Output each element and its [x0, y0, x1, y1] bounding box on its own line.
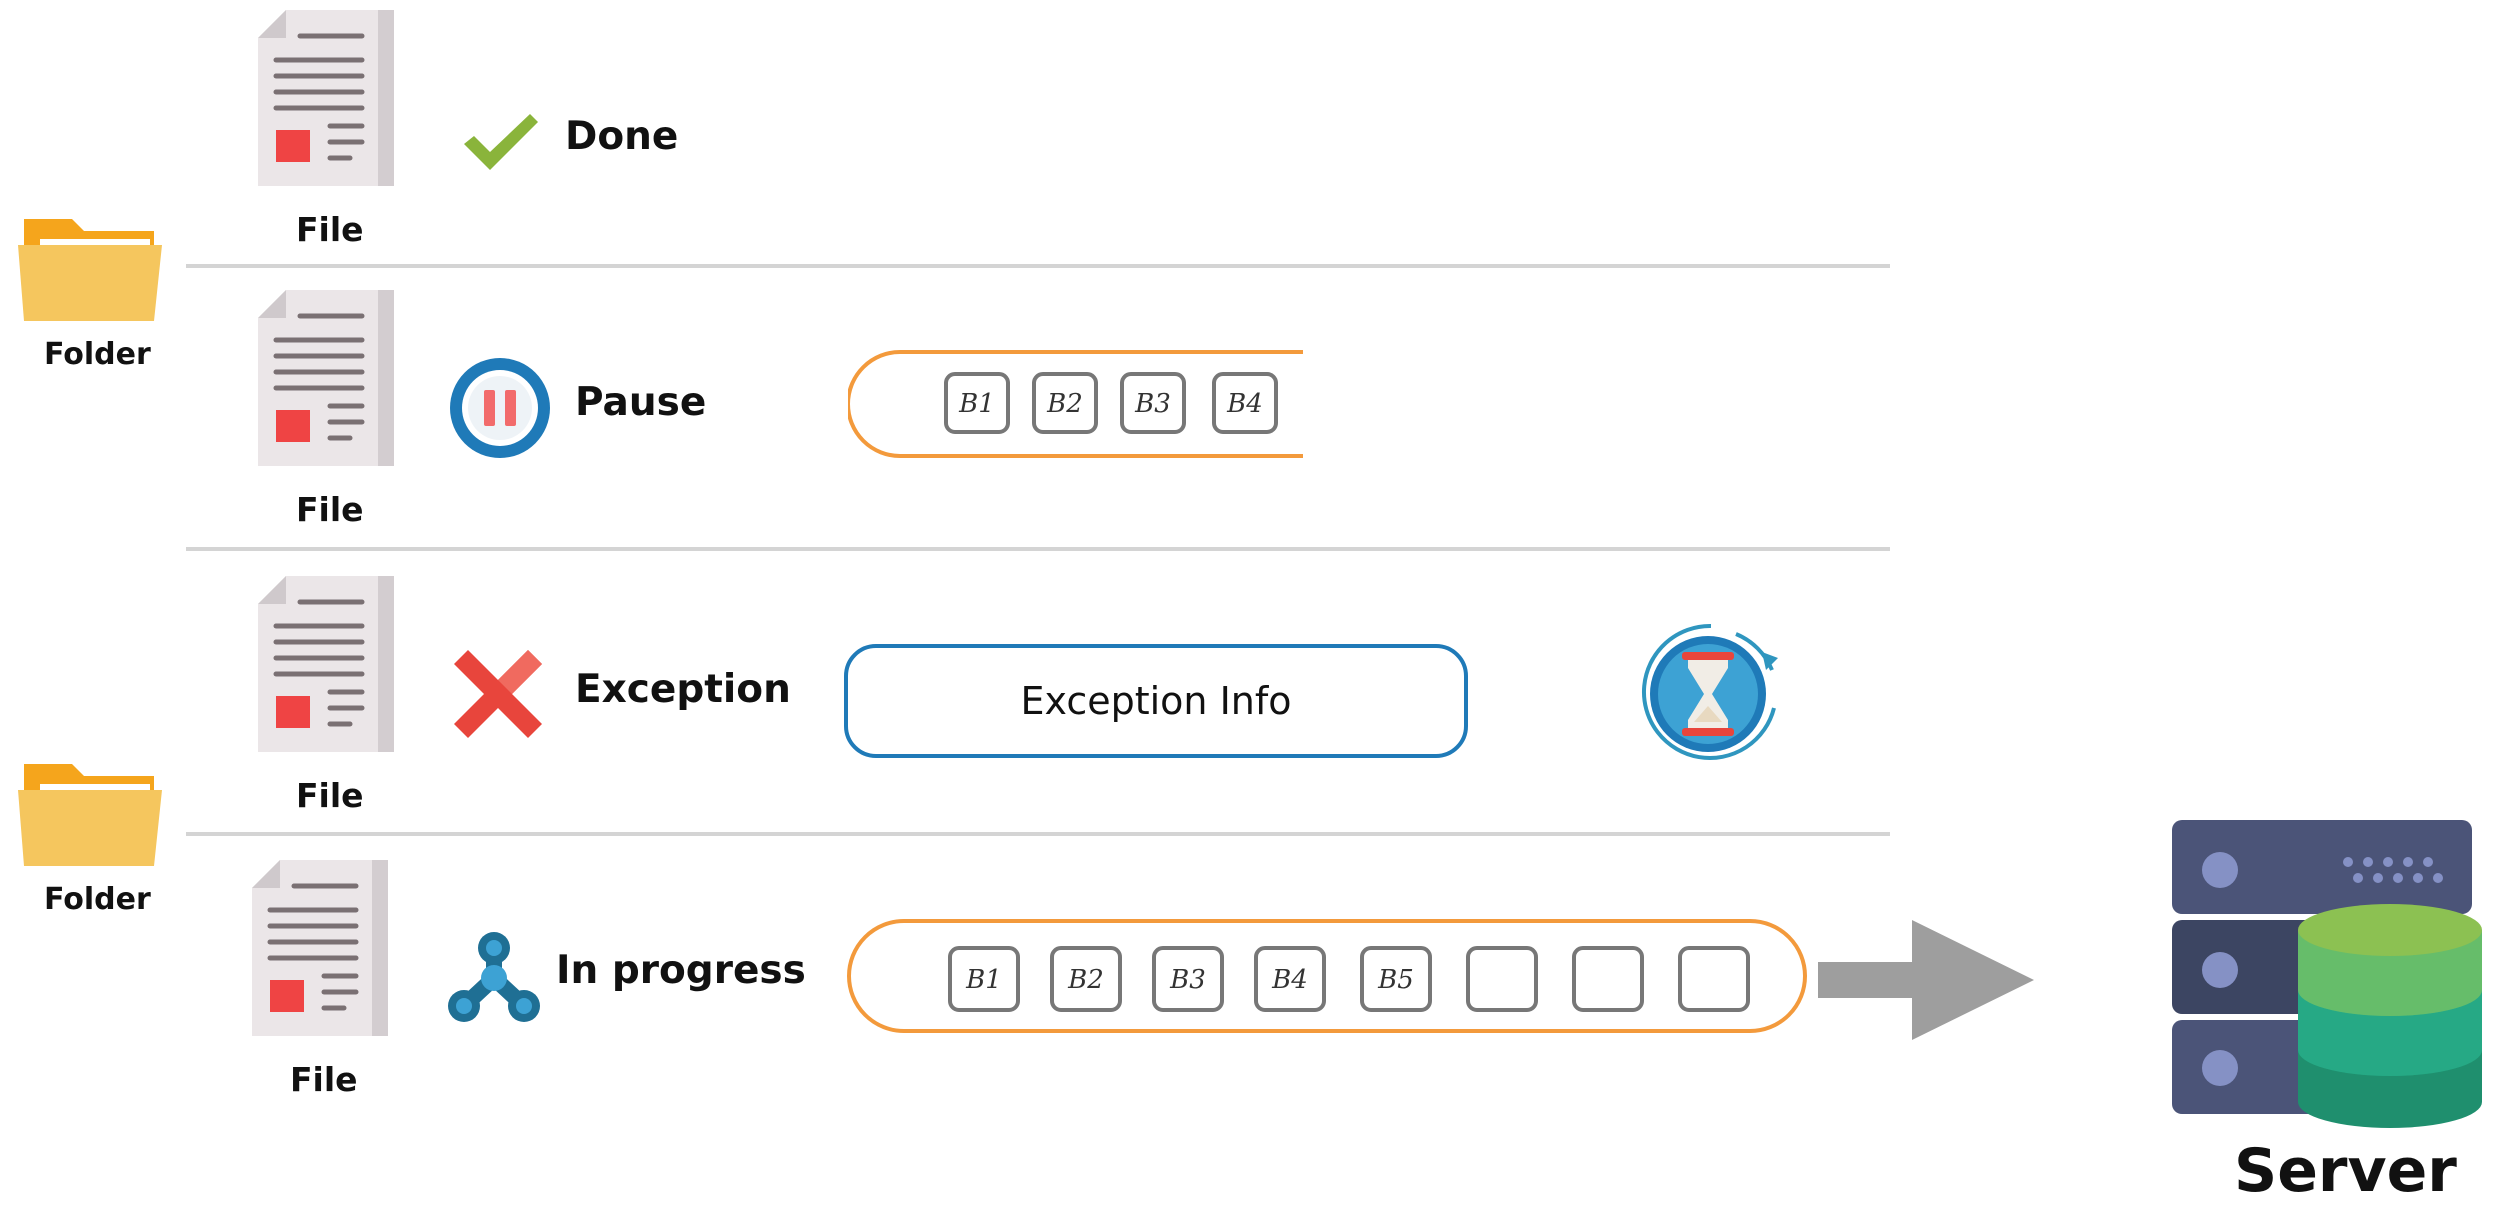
file-icon[interactable] [258, 576, 394, 752]
status-done-label: Done [565, 114, 679, 159]
block-label: B1 [958, 389, 995, 419]
empty-block [1572, 946, 1644, 1012]
block-label: B2 [1046, 389, 1083, 419]
server-label: Server [2234, 1136, 2457, 1206]
file-label: File [290, 1060, 358, 1099]
cross-icon[interactable] [452, 648, 544, 740]
spinner-icon[interactable] [444, 930, 544, 1026]
block-b5: B5 [1360, 946, 1432, 1012]
folder-label: Folder [44, 882, 151, 917]
row-divider [186, 832, 1890, 836]
exception-info-text: Exception Info [1020, 679, 1291, 723]
check-icon [460, 110, 540, 174]
status-pause-label: Pause [575, 380, 707, 425]
block-label: B5 [1377, 965, 1414, 995]
block-label: B1 [965, 965, 1002, 995]
block-b1: B1 [944, 372, 1010, 434]
hourglass-retry-icon[interactable] [1636, 618, 1786, 768]
empty-block [1678, 946, 1750, 1012]
block-label: B4 [1226, 389, 1263, 419]
status-in-progress-label: In progress [556, 948, 806, 993]
block-b1: B1 [948, 946, 1020, 1012]
file-label: File [296, 210, 364, 249]
file-icon[interactable] [258, 290, 394, 466]
file-icon[interactable] [252, 860, 388, 1036]
folder-icon[interactable] [14, 205, 166, 325]
upload-arrow-icon [1818, 918, 2038, 1042]
exception-info-box[interactable]: Exception Info [844, 644, 1468, 758]
file-label: File [296, 776, 364, 815]
row-divider [186, 264, 1890, 268]
status-exception-label: Exception [575, 667, 791, 712]
pause-block-pipe: B1 B2 B3 B4 [848, 348, 1308, 460]
empty-block [1466, 946, 1538, 1012]
folder-label: Folder [44, 337, 151, 372]
progress-block-pipe: B1 B2 B3 B4 B5 [846, 918, 1808, 1036]
file-label: File [296, 490, 364, 529]
block-label: B2 [1067, 965, 1104, 995]
block-b2: B2 [1050, 946, 1122, 1012]
pause-block-pipe-svg: B1 B2 B3 B4 [848, 350, 1303, 458]
block-b2: B2 [1032, 372, 1098, 434]
row-divider [186, 547, 1890, 551]
pause-icon[interactable] [448, 356, 552, 460]
server-icon[interactable] [2172, 820, 2488, 1128]
block-b3: B3 [1120, 372, 1186, 434]
block-b4: B4 [1254, 946, 1326, 1012]
file-icon[interactable] [258, 10, 394, 186]
block-b4: B4 [1212, 372, 1278, 434]
block-label: B3 [1169, 965, 1206, 995]
block-label: B3 [1134, 389, 1171, 419]
block-b3: B3 [1152, 946, 1224, 1012]
block-label: B4 [1271, 965, 1308, 995]
folder-icon[interactable] [14, 750, 166, 870]
